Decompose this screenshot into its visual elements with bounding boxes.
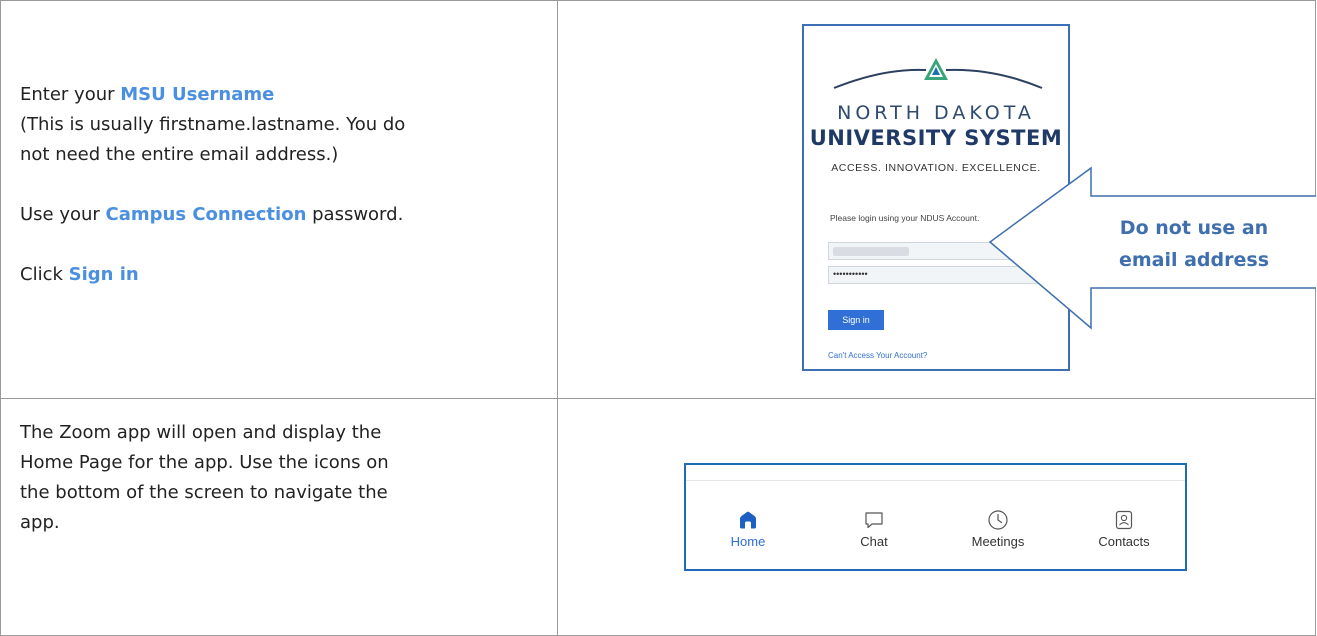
nav-label-contacts: Contacts [1098,534,1150,549]
msu-username-highlight: MSU Username [120,84,275,105]
table-border-left [0,0,1,636]
contact-card-icon [1115,510,1133,530]
nav-item-contacts[interactable]: Contacts [1084,509,1164,549]
nav-label-chat: Chat [860,534,888,549]
table-column-divider [557,0,558,636]
password-field[interactable]: ••••••••••• [828,266,1068,284]
login-prompt: Please login using your NDUS Account. [830,213,980,223]
zoom-instruction-line-3: the bottom of the screen to navigate the [20,482,388,503]
login-instructions: Enter your MSU Username (This is usually… [20,80,550,290]
callout-line-1: Do not use an [1119,217,1269,239]
campus-connection-highlight: Campus Connection [105,204,307,225]
nav-item-chat[interactable]: Chat [834,509,914,549]
username-note-line-1: (This is usually firstname.lastname. You… [20,114,406,135]
chat-icon [865,512,883,529]
nav-label-home: Home [730,534,766,549]
redacted-username [833,247,909,256]
zoom-instruction-line-1: The Zoom app will open and display the [20,422,382,443]
nav-label-meetings: Meetings [971,534,1025,549]
cant-access-account-link[interactable]: Can't Access Your Account? [828,351,927,360]
nav-item-meetings[interactable]: Meetings [958,509,1038,549]
username-note-line-2: not need the entire email address.) [20,144,339,165]
logo-text-university-system: UNIVERSITY SYSTEM [809,126,1063,150]
ndus-motto: ACCESS. INNOVATION. EXCELLENCE. [831,162,1041,174]
zoom-nav-screenshot: Home Chat Meetings Contacts [684,463,1187,571]
nav-item-home[interactable]: Home [708,509,788,549]
password-instruction: Use your Campus Connection password. [20,204,404,225]
sign-in-highlight: Sign in [68,264,139,285]
table-border-top [0,0,1316,1]
zoom-instructions: The Zoom app will open and display the H… [20,418,550,538]
ndus-logo-icon [833,58,1043,89]
clock-icon [988,510,1008,530]
ndus-login-screenshot: NORTH DAKOTA UNIVERSITY SYSTEM ACCESS. I… [802,24,1070,371]
table-border-right [1315,0,1316,636]
sign-in-button[interactable]: Sign in [828,310,884,330]
zoom-instruction-line-2: Home Page for the app. Use the icons on [20,452,389,473]
signin-instruction: Click Sign in [20,264,139,285]
callout-text: Do not use an email address [1090,212,1298,276]
logo-text-north-dakota: NORTH DAKOTA [837,102,1035,124]
username-field[interactable] [828,242,1068,260]
callout-line-2: email address [1118,249,1270,271]
home-icon [740,511,756,529]
username-instruction: Enter your MSU Username [20,84,275,105]
zoom-instruction-line-4: app. [20,512,60,533]
table-row-divider [0,398,1316,399]
